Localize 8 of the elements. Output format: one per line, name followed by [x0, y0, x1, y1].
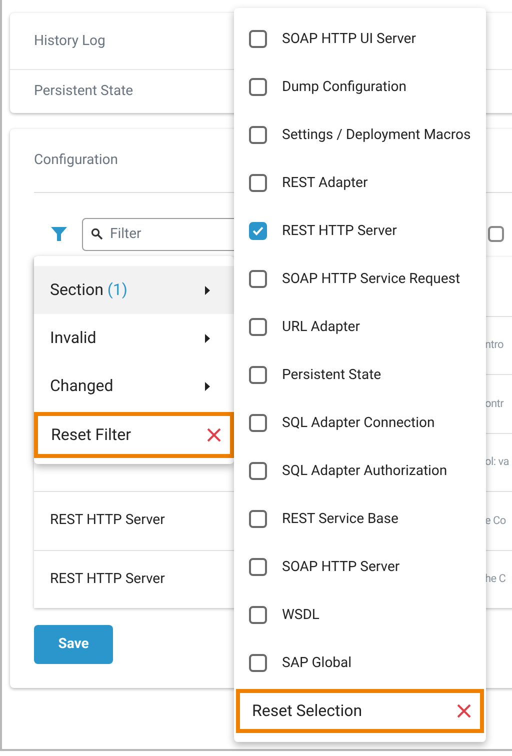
table-cell: REST HTTP Server — [50, 512, 165, 528]
section-title: Configuration — [34, 151, 118, 170]
table-cell-text: he C — [485, 571, 506, 587]
table-cell-text: ntro — [485, 337, 504, 353]
table-cell: REST HTTP Server — [50, 570, 165, 587]
table-cell-text: ontr — [485, 396, 504, 412]
section-label: Persistent State — [34, 82, 134, 101]
section-label: History Log — [34, 32, 106, 50]
